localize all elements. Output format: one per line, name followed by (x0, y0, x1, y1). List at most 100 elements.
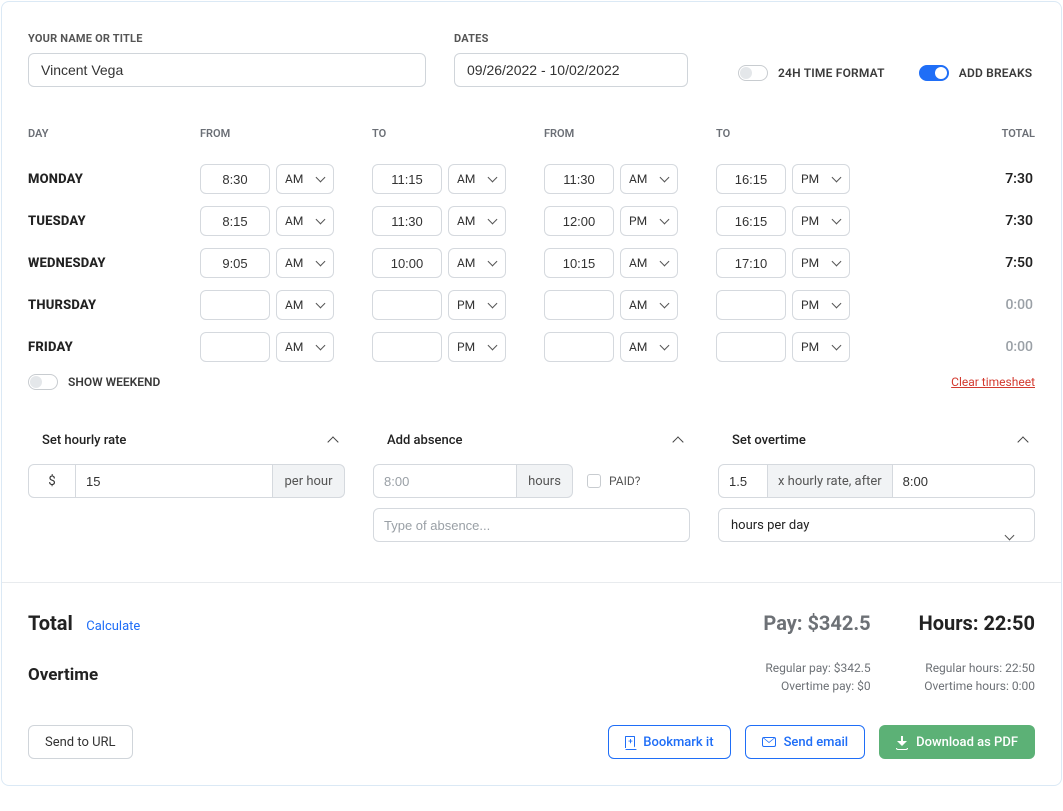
chevron-down-icon (317, 301, 325, 309)
row-total: 0:00 (878, 339, 1035, 355)
overtime-basis-select[interactable]: hours per day (718, 508, 1035, 542)
rate-cell (76, 464, 273, 498)
calculate-link[interactable]: Calculate (86, 619, 140, 634)
time-input[interactable] (544, 332, 614, 362)
day-name: THURSDAY (28, 298, 200, 313)
hourly-rate-header[interactable]: Set hourly rate (28, 430, 345, 450)
ampm-select[interactable]: PM (792, 332, 850, 362)
ampm-select[interactable]: AM (620, 290, 678, 320)
timesheet-row: THURSDAY AM PM AM PM 0:00 (28, 284, 1035, 326)
time-input[interactable] (544, 248, 614, 278)
ampm-select[interactable]: AM (276, 332, 334, 362)
toggle-breaks-switch[interactable] (919, 65, 949, 81)
time-input[interactable] (372, 206, 442, 236)
ampm-select[interactable]: AM (448, 206, 506, 236)
time-input[interactable] (372, 164, 442, 194)
time-input[interactable] (544, 164, 614, 194)
ampm-select[interactable]: AM (276, 248, 334, 278)
time-input[interactable] (200, 332, 270, 362)
timesheet-row: FRIDAY AM PM AM PM 0:00 (28, 326, 1035, 368)
time-input[interactable] (200, 164, 270, 194)
send-email-button[interactable]: Send email (745, 725, 866, 759)
time-input[interactable] (716, 248, 786, 278)
ampm-select[interactable]: AM (620, 248, 678, 278)
ampm-select[interactable]: AM (276, 290, 334, 320)
chevron-down-icon (489, 175, 497, 183)
hourly-rate-input-row: $ per hour (28, 464, 345, 498)
chevron-down-icon (833, 301, 841, 309)
time-cell: AM (544, 332, 716, 362)
time-cell: PM (544, 206, 716, 236)
timesheet-grid: DAY FROM TO FROM TO TOTAL MONDAY AM AM A… (28, 127, 1035, 368)
time-input[interactable] (544, 290, 614, 320)
row-total: 7:50 (878, 255, 1035, 271)
time-input[interactable] (544, 206, 614, 236)
ampm-select[interactable]: AM (448, 248, 506, 278)
time-input[interactable] (200, 206, 270, 236)
send-to-url-button[interactable]: Send to URL (28, 725, 133, 759)
time-input[interactable] (716, 290, 786, 320)
toggle-24h[interactable]: 24H TIME FORMAT (738, 65, 885, 81)
download-pdf-button[interactable]: Download as PDF (879, 725, 1035, 759)
time-input[interactable] (200, 248, 270, 278)
show-weekend-label: SHOW WEEKEND (68, 375, 160, 389)
ampm-select[interactable]: PM (448, 332, 506, 362)
ampm-select[interactable]: AM (276, 164, 334, 194)
timesheet-row: WEDNESDAY AM AM AM PM 7:50 (28, 242, 1035, 284)
time-input[interactable] (716, 164, 786, 194)
time-input[interactable] (372, 332, 442, 362)
totals-section: Total Calculate Overtime Pay: $342.5 Reg… (28, 583, 1035, 695)
ampm-select[interactable]: PM (792, 290, 850, 320)
toggle-24h-switch[interactable] (738, 65, 768, 81)
bookmark-button[interactable]: + Bookmark it (608, 725, 730, 759)
pay-big: Pay: $342.5 (763, 611, 870, 635)
total-label: Total (28, 611, 73, 635)
time-cell: AM (372, 206, 544, 236)
hourly-rate-panel: Set hourly rate $ per hour (28, 430, 345, 542)
name-input[interactable] (28, 53, 426, 87)
absence-hours-input[interactable] (384, 474, 506, 489)
timesheet-row: MONDAY AM AM AM PM 7:30 (28, 158, 1035, 200)
rate-suffix: per hour (273, 464, 345, 498)
time-input[interactable] (716, 206, 786, 236)
ampm-select[interactable]: PM (792, 206, 850, 236)
col-total: TOTAL (878, 127, 1035, 140)
absence-header[interactable]: Add absence (373, 430, 690, 450)
ampm-select[interactable]: AM (448, 164, 506, 194)
clear-timesheet-link[interactable]: Clear timesheet (951, 375, 1035, 389)
chevron-down-icon (489, 217, 497, 225)
time-input[interactable] (716, 332, 786, 362)
chevron-down-icon (661, 217, 669, 225)
ampm-select[interactable]: AM (620, 164, 678, 194)
ampm-select[interactable]: AM (620, 332, 678, 362)
dates-input[interactable] (454, 53, 688, 87)
time-input[interactable] (200, 290, 270, 320)
paid-block[interactable]: PAID? (587, 474, 640, 488)
hourly-rate-input[interactable] (86, 474, 262, 489)
overtime-panel: Set overtime x hourly rate, after hours … (718, 430, 1035, 542)
paid-checkbox[interactable] (587, 474, 601, 488)
overtime-header[interactable]: Set overtime (718, 430, 1035, 450)
chevron-down-icon (833, 343, 841, 351)
time-cell: PM (716, 248, 878, 278)
ampm-select[interactable]: PM (792, 248, 850, 278)
name-label: YOUR NAME OR TITLE (28, 32, 426, 45)
ampm-select[interactable]: PM (792, 164, 850, 194)
ampm-select[interactable]: AM (276, 206, 334, 236)
time-cell: AM (544, 290, 716, 320)
show-weekend-toggle[interactable]: SHOW WEEKEND (28, 374, 160, 390)
col-from-1: FROM (200, 127, 372, 140)
chevron-up-icon (1019, 435, 1029, 445)
time-input[interactable] (372, 290, 442, 320)
toggle-breaks[interactable]: ADD BREAKS (919, 65, 1033, 81)
chevron-down-icon (489, 343, 497, 351)
ampm-select[interactable]: PM (448, 290, 506, 320)
absence-type-input[interactable] (384, 518, 679, 533)
show-weekend-switch[interactable] (28, 374, 58, 390)
overtime-after-hours-input[interactable] (903, 474, 1024, 489)
col-day: DAY (28, 127, 200, 140)
overtime-multiplier-input[interactable] (729, 474, 757, 489)
time-input[interactable] (372, 248, 442, 278)
ampm-select[interactable]: PM (620, 206, 678, 236)
day-name: TUESDAY (28, 214, 200, 229)
